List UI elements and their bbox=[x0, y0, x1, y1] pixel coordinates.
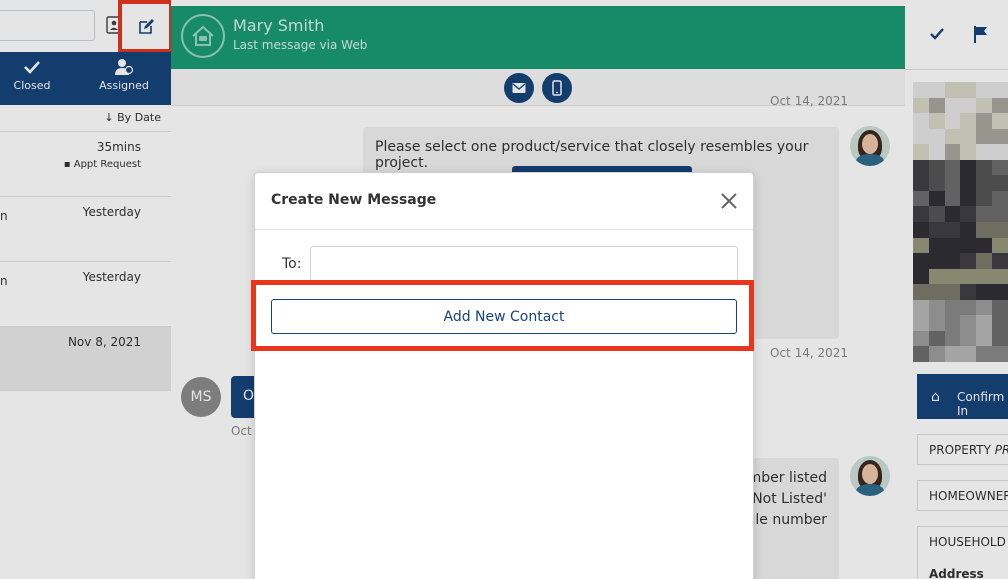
close-icon[interactable] bbox=[719, 191, 739, 211]
dialog-title: Create New Message bbox=[271, 192, 437, 208]
add-new-contact-button[interactable]: Add New Contact bbox=[271, 299, 737, 334]
to-label: To: bbox=[282, 256, 302, 272]
to-recipient-input[interactable] bbox=[310, 246, 738, 283]
create-message-dialog: Create New Message To: bbox=[254, 172, 754, 579]
dialog-divider bbox=[255, 229, 753, 230]
